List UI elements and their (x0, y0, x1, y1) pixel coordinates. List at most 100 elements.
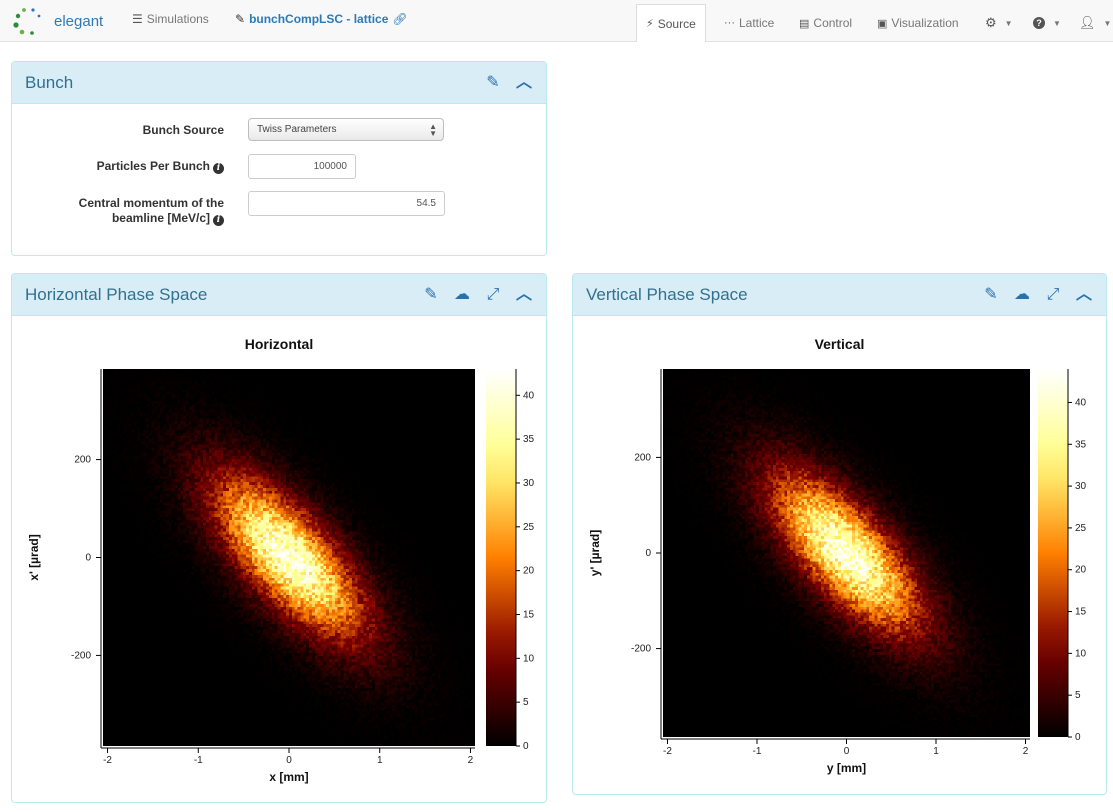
y-axis-label: x' [µrad] (27, 534, 41, 580)
panel-title: Vertical Phase Space (586, 285, 748, 304)
colorbar (486, 369, 516, 746)
picture-icon: ▣ (877, 17, 888, 30)
colorbar-tick-label: 35 (523, 434, 535, 445)
heatmap-cells (663, 369, 1030, 737)
tab-lattice-label: Lattice (739, 16, 775, 30)
x-tick-label: 2 (1023, 746, 1029, 757)
tab-control[interactable]: ▤ Control (790, 4, 861, 42)
bunch-source-label: Bunch Source (12, 123, 224, 138)
bunch-source-value: Twiss Parameters (257, 124, 337, 135)
user-menu[interactable]: 👤︎ ▼ (1070, 4, 1113, 42)
panel-actions: ✎ ☁ ⤢ ︿ (981, 285, 1094, 305)
chevron-down-icon: ▼ (1053, 18, 1061, 28)
panel-heading: Bunch ✎ ︿ (12, 62, 546, 104)
momentum-label: Central momentum of the beamline [MeV/c]… (12, 196, 224, 226)
colorbar-tick-label: 30 (523, 478, 535, 489)
simulation-title-link[interactable]: ✎ bunchCompLSC - lattice 🔗︎ (235, 12, 408, 26)
pencil-icon: ✎ (235, 12, 246, 26)
colorbar-tick-label: 35 (1075, 439, 1087, 450)
cloud-download-icon[interactable]: ☁ (1012, 285, 1032, 305)
momentum-value: 54.5 (416, 198, 436, 209)
colorbar-tick-label: 10 (523, 653, 535, 664)
x-tick-label: -2 (663, 746, 672, 757)
colorbar-tick-label: 20 (523, 566, 535, 577)
chevron-up-icon[interactable]: ︿ (1074, 285, 1094, 305)
nav-simulations-link[interactable]: ☰ Simulations (132, 12, 209, 26)
chart-title: Vertical (815, 336, 865, 352)
chevron-up-icon[interactable]: ︿ (514, 73, 534, 93)
panel-heading: Horizontal Phase Space ✎ ☁ ⤢ ︿ (12, 274, 546, 316)
info-icon[interactable]: i (213, 163, 224, 174)
bunch-panel: Bunch ✎ ︿ Bunch Source Twiss Parameters … (11, 61, 547, 256)
list-alt-icon: ▤ (799, 17, 810, 30)
vertical-phase-space-panel: Vertical Phase Space ✎ ☁ ⤢ ︿ Vertical -2 -… (572, 273, 1107, 795)
gear-icon: ⚙ (985, 15, 997, 30)
horizontal-phase-space-panel: Horizontal Phase Space ✎ ☁ ⤢ ︿ Horizonta… (11, 273, 547, 803)
x-tick-label: 1 (377, 755, 383, 766)
particles-per-bunch-field[interactable]: 100000 (248, 154, 356, 179)
momentum-label-line2: beamline [MeV/c] (111, 211, 210, 225)
list-icon: ☰ (132, 12, 143, 26)
pencil-icon[interactable]: ✎ (981, 285, 1001, 305)
heatmap-cells (103, 369, 475, 746)
central-momentum-field[interactable]: 54.5 (248, 191, 445, 216)
tab-source[interactable]: ⚡︎ Source (636, 4, 706, 42)
momentum-label-line1: Central momentum of the (78, 196, 224, 210)
chart-title: Horizontal (245, 336, 313, 352)
colorbar (1038, 369, 1068, 737)
x-axis-label: x [mm] (269, 770, 308, 784)
tab-source-label: Source (657, 16, 696, 31)
colorbar-tick-label: 5 (523, 697, 529, 708)
colorbar-tick-label: 25 (1075, 523, 1087, 534)
colorbar-tick-label: 20 (1075, 565, 1087, 576)
settings-menu[interactable]: ⚙ ▼ (976, 4, 1022, 42)
y-tick-label: 200 (634, 452, 651, 463)
y-tick-label: 200 (74, 455, 91, 466)
x-tick-label: -1 (753, 746, 762, 757)
fullscreen-icon[interactable]: ⤢ (1043, 285, 1063, 305)
particles-label: Particles Per Bunch i (12, 159, 224, 174)
x-tick-label: 1 (933, 746, 939, 757)
user-icon: 👤︎ (1079, 15, 1096, 30)
y-tick-label: 0 (645, 548, 651, 559)
y-tick-label: 0 (85, 553, 91, 564)
panel-title: Bunch (25, 73, 74, 92)
colorbar-tick-label: 40 (1075, 397, 1087, 408)
ellipsis-icon: ··· (724, 17, 735, 29)
pencil-icon[interactable]: ✎ (421, 285, 441, 305)
nav-simulations-label: Simulations (146, 12, 209, 26)
brand[interactable]: elegant (10, 6, 103, 36)
simulation-title: bunchCompLSC - lattice (249, 12, 389, 26)
particles-label-text: Particles Per Bunch (96, 159, 210, 173)
tab-lattice[interactable]: ··· Lattice (715, 4, 783, 42)
chevron-up-icon[interactable]: ︿ (514, 285, 534, 305)
x-tick-label: 0 (844, 746, 850, 757)
x-tick-label: 0 (286, 755, 292, 766)
navbar: elegant ☰ Simulations ✎ bunchCompLSC - l… (0, 0, 1113, 42)
x-tick-label: 2 (468, 755, 474, 766)
brand-name: elegant (54, 12, 104, 30)
tab-visualization[interactable]: ▣ Visualization (868, 4, 968, 42)
panel-actions: ✎ ︿ (483, 73, 534, 93)
y-tick-label: -200 (71, 650, 91, 661)
cloud-download-icon[interactable]: ☁ (452, 285, 472, 305)
elegant-logo-icon (13, 8, 41, 35)
info-icon[interactable]: i (213, 215, 224, 226)
link-icon: 🔗︎ (392, 12, 408, 26)
colorbar-tick-label: 10 (1075, 648, 1087, 659)
bunch-source-select[interactable]: Twiss Parameters ▲ ▼ (248, 118, 444, 141)
x-axis-label: y [mm] (827, 761, 866, 775)
tab-visualization-label: Visualization (891, 16, 959, 30)
help-menu[interactable]: ? ▼ (1024, 4, 1070, 42)
colorbar-tick-label: 40 (523, 390, 535, 401)
colorbar-tick-label: 25 (523, 522, 535, 533)
fullscreen-icon[interactable]: ⤢ (483, 285, 503, 305)
colorbar-tick-label: 30 (1075, 481, 1087, 492)
panel-actions: ✎ ☁ ⤢ ︿ (421, 285, 534, 305)
horizontal-heatmap-chart: Horizontal-2 -1 0 1 2-2000200x [mm]x' [µrad]… (27, 336, 535, 784)
x-tick-label: -1 (194, 755, 203, 766)
panel-heading: Vertical Phase Space ✎ ☁ ⤢ ︿ (573, 274, 1106, 316)
pencil-icon[interactable]: ✎ (483, 73, 503, 93)
bunch-source-label-text: Bunch Source (142, 123, 224, 137)
y-tick-label: -200 (631, 644, 651, 655)
